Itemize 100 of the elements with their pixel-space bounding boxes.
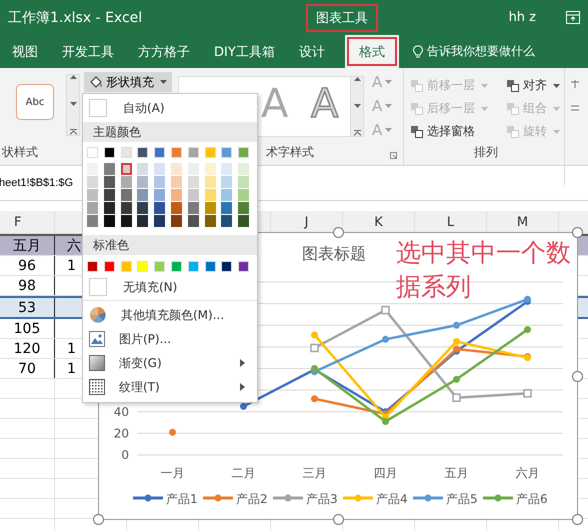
gallery-scroll-buttons[interactable] [350, 76, 364, 137]
caret-icon [553, 84, 560, 88]
ribbon-display-icon[interactable] [566, 11, 580, 24]
arrange-icon [506, 102, 520, 116]
tell-me-search[interactable]: 告诉我你想要做什么 [426, 43, 535, 60]
arrange-button[interactable]: 选择窗格 [410, 120, 506, 143]
resize-handle[interactable] [333, 514, 344, 525]
color-swatch[interactable] [104, 189, 115, 201]
submenu-arrow-icon [240, 383, 245, 391]
ribbon-tab[interactable]: 方方格子 [126, 35, 202, 68]
color-swatch[interactable] [87, 163, 98, 175]
legend-marker [343, 494, 373, 502]
color-swatch[interactable] [87, 176, 98, 188]
color-swatch[interactable] [188, 176, 199, 188]
color-swatch[interactable] [137, 176, 148, 188]
color-swatch[interactable] [137, 163, 148, 175]
resize-handle[interactable] [572, 371, 583, 382]
color-swatch[interactable] [170, 215, 182, 227]
color-swatch[interactable] [221, 189, 232, 201]
color-swatch[interactable] [238, 163, 250, 175]
legend-label[interactable]: 产品5 [446, 492, 478, 506]
color-swatch[interactable] [188, 163, 199, 175]
data-series[interactable] [310, 306, 532, 402]
color-swatch[interactable] [120, 189, 132, 201]
color-swatch[interactable] [170, 163, 182, 175]
color-swatch[interactable] [221, 202, 232, 214]
data-series[interactable] [169, 346, 531, 436]
color-swatch[interactable] [154, 215, 166, 227]
menu-item[interactable]: 无填充(N) [83, 276, 257, 298]
color-swatch[interactable] [87, 202, 98, 214]
color-swatch[interactable] [120, 163, 132, 175]
point [453, 376, 460, 383]
ribbon-tab[interactable]: 视图 [0, 35, 50, 68]
table-cell: 1 [67, 360, 76, 376]
color-swatch[interactable] [188, 189, 199, 201]
color-swatch[interactable] [188, 215, 199, 227]
color-swatch[interactable] [154, 163, 166, 175]
chart-title[interactable]: 图表标题 [302, 244, 366, 265]
legend-label[interactable]: 产品1 [166, 492, 198, 506]
color-swatch[interactable] [104, 163, 115, 175]
ribbon-tab[interactable]: DIY工具箱 [202, 35, 287, 68]
legend-label[interactable]: 产品3 [306, 492, 338, 506]
color-swatch[interactable] [204, 215, 216, 227]
column-header[interactable]: F [14, 214, 22, 230]
color-swatch[interactable] [238, 176, 250, 188]
user-name: hh z [508, 10, 536, 25]
legend-label[interactable]: 产品4 [376, 492, 408, 506]
color-swatch[interactable] [204, 189, 216, 201]
color-swatch[interactable] [104, 202, 115, 214]
color-swatch[interactable] [221, 176, 232, 188]
point [240, 402, 247, 410]
column-header[interactable]: M [516, 214, 528, 230]
color-swatch[interactable] [154, 176, 166, 188]
color-swatch[interactable] [104, 215, 115, 227]
ribbon-tab[interactable]: 设计 [286, 35, 337, 68]
legend-label[interactable]: 产品6 [516, 492, 548, 506]
color-swatch[interactable] [170, 189, 182, 201]
color-swatch[interactable] [170, 202, 182, 214]
dialog-launcher-icon[interactable] [390, 152, 397, 159]
color-swatch[interactable] [87, 215, 98, 227]
column-header[interactable]: J [304, 214, 308, 230]
resize-handle[interactable] [93, 514, 104, 525]
resize-handle[interactable] [572, 514, 583, 525]
column-header[interactable]: K [374, 214, 383, 230]
color-swatch[interactable] [221, 163, 232, 175]
more-icon [354, 130, 360, 136]
color-swatch[interactable] [204, 163, 216, 175]
color-swatch[interactable] [221, 215, 232, 227]
color-swatch[interactable] [120, 215, 132, 227]
color-swatch[interactable] [154, 202, 166, 214]
color-swatch[interactable] [137, 189, 148, 201]
formula-text[interactable]: heet1!$B$1:$G [0, 177, 74, 189]
color-swatch[interactable] [170, 176, 182, 188]
color-swatch[interactable] [188, 202, 199, 214]
shape-style-preview[interactable]: Abc [16, 84, 54, 120]
resize-handle[interactable] [333, 227, 344, 238]
color-swatch[interactable] [238, 202, 250, 214]
point [382, 418, 389, 425]
color-swatch[interactable] [104, 176, 115, 188]
color-swatch[interactable] [204, 202, 216, 214]
shape-fill-button[interactable]: 形状填充 [84, 72, 172, 92]
legend-label[interactable]: 产品2 [236, 492, 268, 506]
color-swatch[interactable] [120, 202, 132, 214]
column-header[interactable]: L [446, 214, 454, 230]
color-swatch[interactable] [87, 189, 98, 201]
point [381, 306, 390, 314]
color-swatch[interactable] [204, 176, 216, 188]
color-swatch[interactable] [238, 189, 250, 201]
gallery-scroll-buttons[interactable] [66, 74, 80, 136]
color-swatch[interactable] [137, 215, 148, 227]
color-swatch[interactable] [238, 215, 250, 227]
axis-label: 40 [114, 404, 129, 419]
point [453, 338, 460, 345]
ribbon-tab[interactable]: 开发工具 [50, 35, 126, 68]
color-swatch[interactable] [120, 176, 132, 188]
ribbon-tab[interactable]: 格式 [344, 35, 399, 68]
axis-label: 20 [114, 426, 129, 440]
arrange-button[interactable]: 对齐 [506, 74, 566, 97]
color-swatch[interactable] [154, 189, 166, 201]
color-swatch[interactable] [137, 202, 148, 214]
